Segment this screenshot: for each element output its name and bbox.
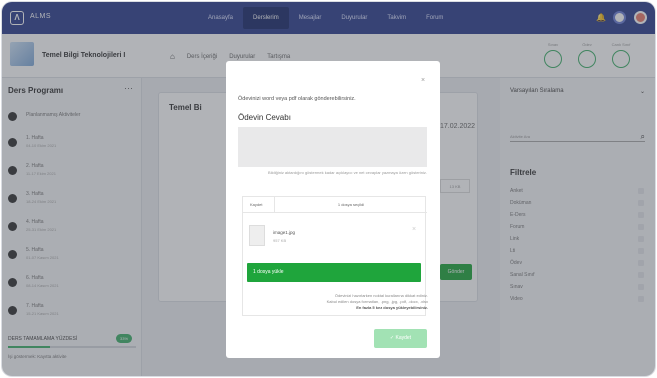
upload-files-button[interactable]: 1 dosya yükle [247,263,421,282]
answer-hint: Bildiğiniz aktardığını göstermek kadar a… [268,170,427,175]
selected-count: 1 dosya seçildi [337,202,365,207]
modal-note: Ödevinizi word veya pdf olarak gönderebi… [238,96,356,102]
file-size: 957 KB [273,238,287,243]
save-button[interactable]: ✓ Kaydet [374,329,427,348]
answer-textarea[interactable] [238,127,427,167]
app-window: Λ ALMS Anasayfa Derslerim Mesajlar Duyur… [2,2,655,376]
file-thumbnail [249,225,265,246]
modal-title: Ödevin Cevabı [238,113,291,122]
upload-save-tab[interactable]: Kaydet [250,202,262,207]
answer-modal: × Ödevinizi word veya pdf olarak göndere… [226,61,440,358]
file-name: image1.jpg [273,230,296,235]
upload-terms: Ödevinizi hazırlarken noktal kurallarına… [326,293,428,310]
remove-file-icon[interactable]: × [409,225,419,235]
upload-toolbar: Kaydet 1 dosya seçildi [243,197,427,213]
close-icon[interactable]: × [421,77,425,84]
